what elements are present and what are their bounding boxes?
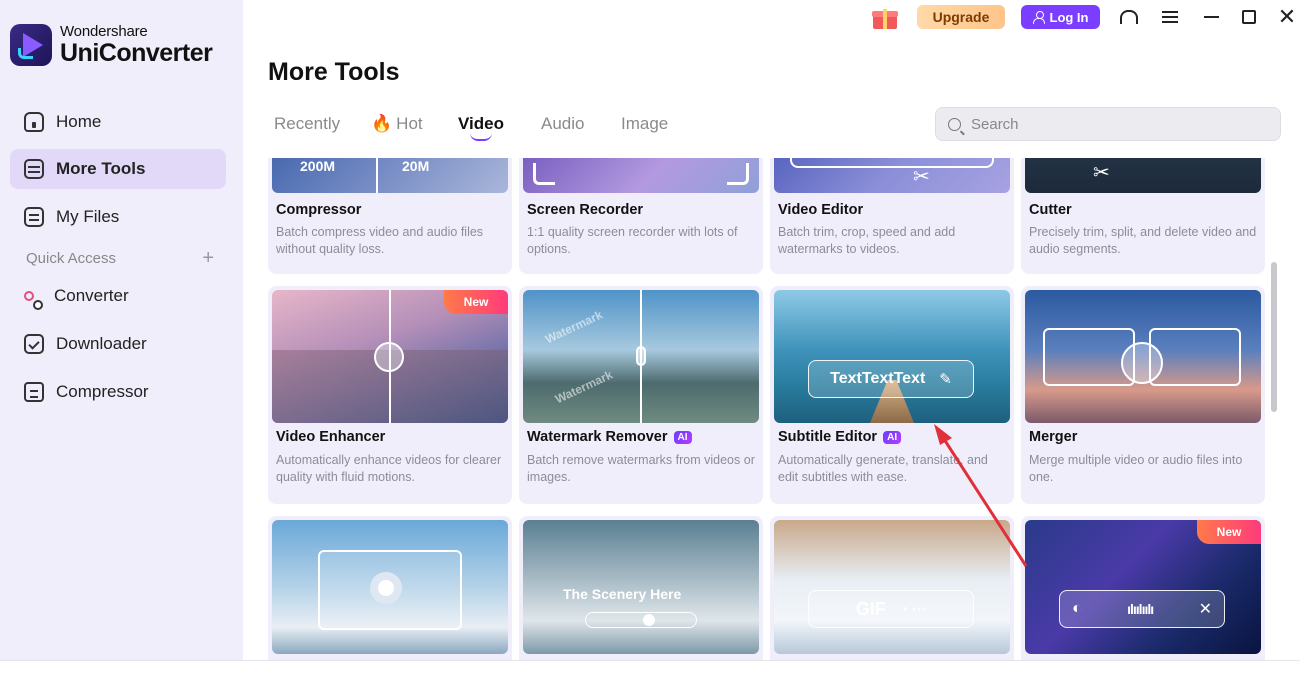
bottom-divider [0,660,1300,661]
annotation-arrow [934,424,1028,567]
scrollbar[interactable] [1271,262,1277,412]
